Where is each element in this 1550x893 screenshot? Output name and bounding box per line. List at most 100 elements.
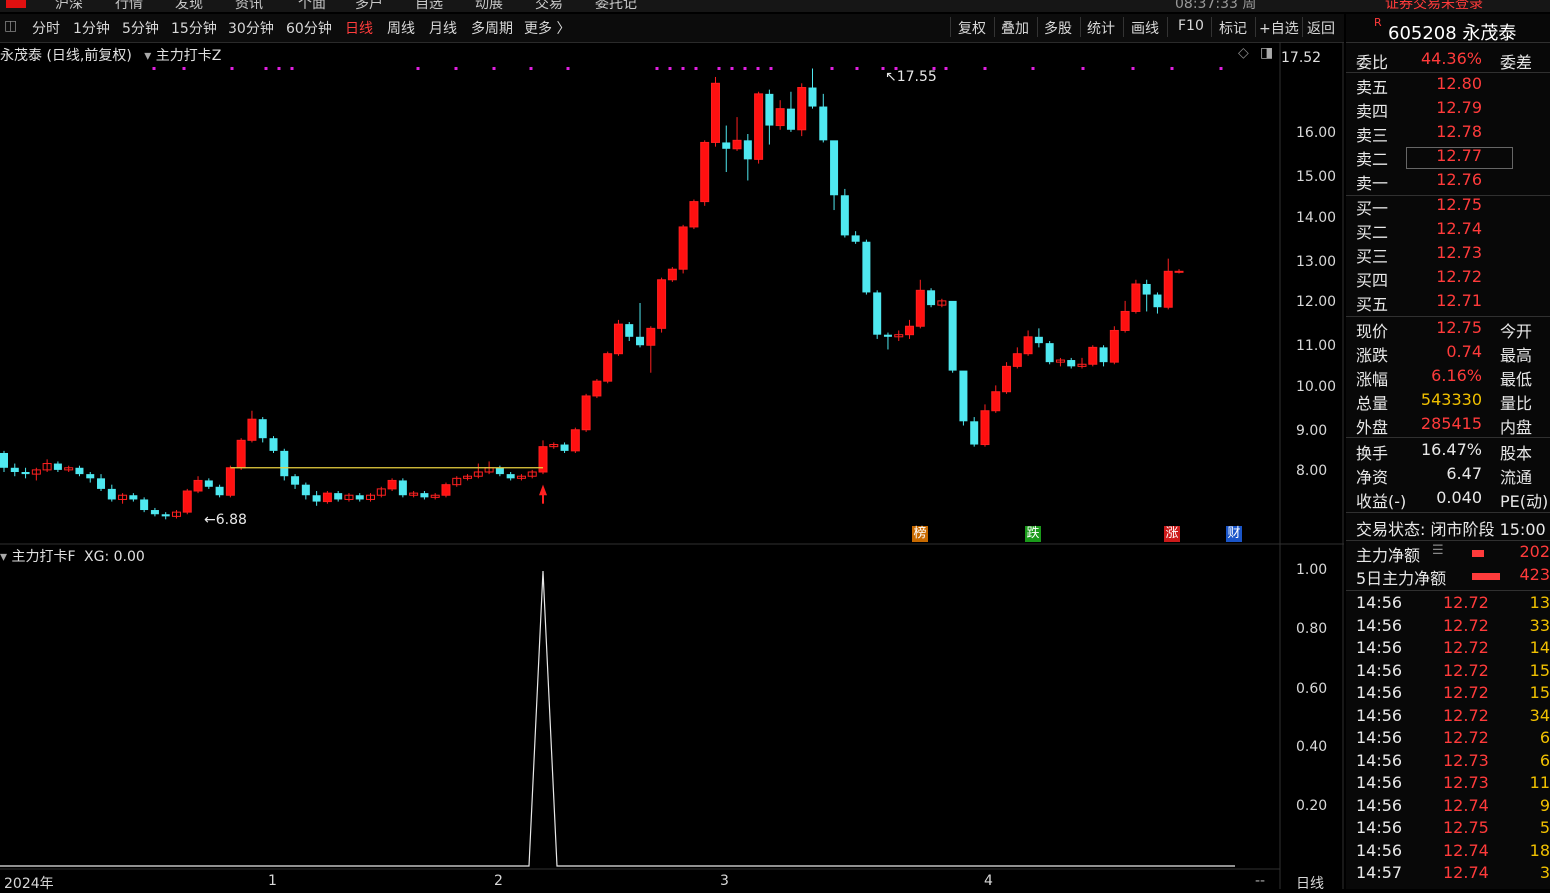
- candle: [107, 484, 116, 502]
- signal-dot: [566, 67, 570, 70]
- ask-row[interactable]: 卖四 12.79: [1356, 98, 1550, 122]
- candle: [441, 482, 451, 498]
- tick-row: 14:56 12.73 11: [1356, 773, 1550, 792]
- kline-chart[interactable]: [0, 42, 1344, 889]
- more-periods-button[interactable]: 更多 〉: [524, 18, 570, 38]
- period-tab-active[interactable]: 日线: [345, 18, 373, 38]
- menu-item[interactable]: 多户: [355, 0, 383, 12]
- candle: [193, 476, 203, 494]
- add-watchlist-button[interactable]: +自选: [1259, 18, 1299, 38]
- menu-item[interactable]: 发现: [175, 0, 203, 12]
- scroll-indicator[interactable]: --: [1255, 873, 1265, 889]
- indicator-readout: XG: 0.00: [84, 549, 145, 565]
- x-axis-label: 4: [984, 873, 993, 889]
- stat-row: 净资 6.47 流通: [1356, 464, 1533, 487]
- bid-row[interactable]: 买二 12.74: [1356, 219, 1550, 243]
- candle: [527, 469, 537, 479]
- ask-row[interactable]: 卖二 12.77: [1356, 146, 1550, 170]
- quote-panel: R 605208 永茂泰 委比 44.36% 委差 卖五 12.80 卖四 12.79…: [1346, 14, 1550, 889]
- x-axis-label: 2024年: [4, 876, 54, 892]
- tick-row: 14:56 12.72 15: [1356, 683, 1550, 702]
- signal-dot: [717, 67, 721, 70]
- selected-cell-outline: [1406, 147, 1513, 169]
- candle: [689, 199, 699, 230]
- period-tab[interactable]: 多周期: [471, 18, 513, 38]
- candle: [786, 91, 795, 132]
- price-tick: 8.00: [1296, 463, 1328, 479]
- menu-item[interactable]: 资讯: [235, 0, 263, 12]
- candle: [10, 463, 19, 477]
- layout-icon[interactable]: ◫: [4, 18, 17, 34]
- tick-row: 14:57 12.74 3: [1356, 863, 1550, 882]
- tick-row: 14:56 12.73 6: [1356, 750, 1550, 770]
- main-net5-row: 5日主力净额 423: [1356, 565, 1550, 588]
- period-tab[interactable]: 15分钟: [171, 18, 217, 38]
- list-icon[interactable]: ☰: [1432, 543, 1444, 558]
- tool-button[interactable]: F10: [1178, 18, 1204, 34]
- x-axis-label: 1: [268, 873, 277, 889]
- marker-badge[interactable]: 涨: [1164, 526, 1180, 542]
- indicator-title[interactable]: 主力打卡F: [11, 549, 75, 565]
- toolbar-divider: [1302, 17, 1303, 37]
- period-tab[interactable]: 月线: [429, 18, 457, 38]
- menu-item[interactable]: 行情: [115, 0, 143, 12]
- tool-button[interactable]: 复权: [958, 18, 986, 38]
- back-button[interactable]: 返回: [1307, 18, 1335, 38]
- menu-item[interactable]: 交易: [535, 0, 563, 12]
- indicator-title-bar: ▾ 主力打卡F XG: 0.00: [0, 546, 145, 566]
- candle: [473, 463, 483, 479]
- indicator-plot-group: [0, 570, 1235, 867]
- bid-row[interactable]: 买三 12.73: [1356, 243, 1550, 267]
- menu-item[interactable]: 委托记: [595, 0, 637, 12]
- period-tab[interactable]: 周线: [387, 18, 415, 38]
- ask-row[interactable]: 卖五 12.80: [1356, 74, 1550, 98]
- stock-code-name[interactable]: 605208 永茂泰: [1388, 19, 1516, 45]
- marker-badge[interactable]: 财: [1226, 526, 1242, 542]
- ask-row[interactable]: 卖三 12.78: [1356, 122, 1550, 146]
- tool-button[interactable]: 标记: [1219, 18, 1247, 38]
- tool-button[interactable]: 叠加: [1001, 18, 1029, 38]
- candle: [775, 100, 785, 130]
- candle: [291, 474, 300, 489]
- menu-item[interactable]: 自选: [415, 0, 443, 12]
- tool-button[interactable]: 多股: [1044, 18, 1072, 38]
- price-tick: 13.00: [1296, 254, 1337, 270]
- candle: [1120, 300, 1130, 333]
- tick-row: 14:56 12.74 18: [1356, 840, 1550, 860]
- candle: [1131, 279, 1141, 314]
- bid-row[interactable]: 买一 12.75: [1356, 195, 1550, 219]
- candle: [430, 493, 440, 500]
- candle: [301, 482, 310, 500]
- bid-row[interactable]: 买四 12.72: [1356, 267, 1550, 291]
- candle: [225, 465, 235, 498]
- candle: [927, 288, 936, 308]
- candle: [452, 476, 462, 487]
- indicator-toggle-icon[interactable]: ▾: [0, 549, 7, 565]
- app-logo[interactable]: [6, 0, 26, 8]
- marker-badge[interactable]: 跌: [1025, 526, 1041, 542]
- candle: [613, 319, 623, 356]
- menu-item[interactable]: 沪深: [55, 0, 83, 12]
- candle: [1109, 326, 1119, 365]
- candle: [171, 510, 181, 519]
- ask-row[interactable]: 卖一 12.76: [1356, 170, 1550, 194]
- marker-badge[interactable]: 榜: [912, 526, 928, 542]
- tool-button[interactable]: 画线: [1131, 18, 1159, 38]
- bid-row[interactable]: 买五 12.71: [1356, 291, 1550, 315]
- toolbar-divider: [1080, 17, 1081, 37]
- candle: [1055, 357, 1065, 367]
- period-tab[interactable]: 1分钟: [73, 18, 110, 38]
- period-tab[interactable]: 30分钟: [228, 18, 274, 38]
- period-tab[interactable]: 5分钟: [122, 18, 159, 38]
- login-notice[interactable]: 证券交易未登录: [1385, 0, 1483, 12]
- period-tab[interactable]: 60分钟: [286, 18, 332, 38]
- menu-item[interactable]: 个面: [298, 0, 326, 12]
- candle: [980, 404, 990, 447]
- toolbar-divider: [1211, 17, 1212, 37]
- signal-dot: [1081, 67, 1085, 70]
- menu-item[interactable]: 动展: [475, 0, 503, 12]
- signal-dot: [681, 67, 685, 70]
- period-tab[interactable]: 分时: [32, 18, 60, 38]
- main-net-row: 主力净额 ☰ 202: [1356, 542, 1550, 565]
- tool-button[interactable]: 统计: [1087, 18, 1115, 38]
